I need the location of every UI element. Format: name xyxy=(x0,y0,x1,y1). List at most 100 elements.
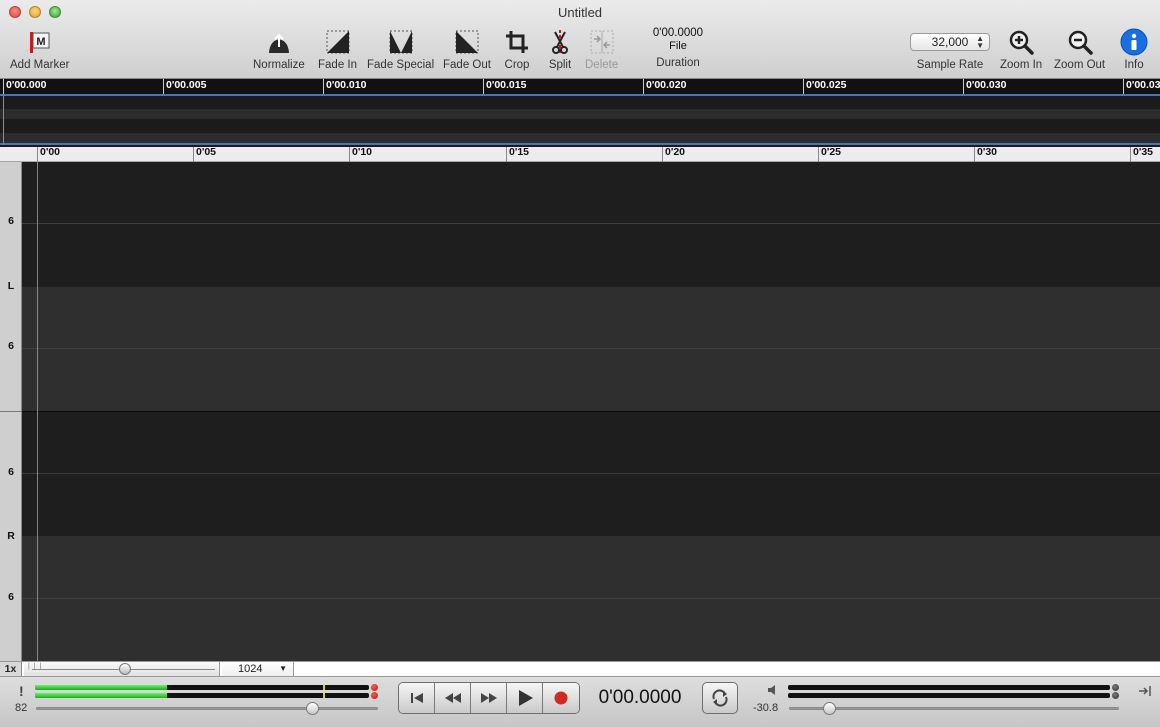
peak-indicator xyxy=(323,693,325,698)
record-button[interactable] xyxy=(543,683,579,713)
channel-separator xyxy=(0,411,22,412)
zoom-slider-knob[interactable] xyxy=(119,663,131,675)
scale-label: 6 xyxy=(8,215,14,227)
timeline-tick: 0'30 xyxy=(974,147,997,162)
input-gain-knob[interactable] xyxy=(306,702,319,715)
waveform-area[interactable] xyxy=(22,162,1160,661)
timeline-tick: 0'00 xyxy=(37,147,60,162)
timeline-tick: 0'25 xyxy=(818,147,841,162)
scale-label: 6 xyxy=(8,591,14,603)
input-meter-right xyxy=(35,693,369,698)
fade-in-icon xyxy=(324,28,352,56)
overview-panel[interactable]: 0'00.000 0'00.005 0'00.010 0'00.015 0'00… xyxy=(0,79,1160,147)
info-button[interactable]: Info xyxy=(1120,28,1148,71)
fade-out-button[interactable]: Fade Out xyxy=(443,28,491,71)
input-clip-indicator[interactable] xyxy=(371,684,378,691)
fade-special-label: Fade Special xyxy=(367,59,435,71)
left-channel-upper xyxy=(22,162,1160,287)
timeline-tick: 0'10 xyxy=(349,147,372,162)
fft-size-select[interactable]: 1024 ▼ xyxy=(222,662,294,676)
left-channel-label: L xyxy=(7,280,15,292)
zoom-in-label: Zoom In xyxy=(1000,59,1043,71)
channel-gutter: 6 L 6 6 R 6 xyxy=(0,162,22,661)
input-clip-indicator[interactable] xyxy=(371,692,378,699)
add-marker-button[interactable]: M Add Marker xyxy=(10,28,69,71)
sample-rate-label: Sample Rate xyxy=(916,59,984,71)
zoom-out-button[interactable]: Zoom Out xyxy=(1054,28,1105,71)
input-meter-left xyxy=(35,685,369,690)
input-gain-slider[interactable] xyxy=(36,707,378,710)
grid-line xyxy=(22,348,1160,349)
overview-playhead[interactable] xyxy=(3,95,4,145)
go-to-start-button[interactable] xyxy=(399,683,435,713)
loop-icon xyxy=(712,689,728,707)
info-icon xyxy=(1120,28,1148,56)
fade-out-icon xyxy=(453,28,481,56)
split-button[interactable]: Split xyxy=(546,28,574,71)
duration-display[interactable]: 0'00.0000 File Duration xyxy=(640,27,716,69)
play-button[interactable] xyxy=(507,683,543,713)
expand-panel-icon[interactable] xyxy=(1138,684,1152,701)
normalize-button[interactable]: Normalize xyxy=(253,28,305,71)
record-icon xyxy=(554,691,568,705)
normalize-label: Normalize xyxy=(253,59,305,71)
zoom-strip: 1x | | | 1024 ▼ xyxy=(0,661,1160,677)
sample-rate-select[interactable]: 32,000 ▲ ▼ xyxy=(910,33,990,51)
timeline-ruler[interactable]: 0'00 0'05 0'10 0'15 0'20 0'25 0'30 0'35 xyxy=(0,147,1160,162)
duration-label: Duration xyxy=(656,57,700,69)
zoom-slider[interactable]: | | | xyxy=(24,662,220,676)
window-toolbar: Untitled M Add Marker Normalize Fade In … xyxy=(0,0,1160,79)
right-channel-label: R xyxy=(7,530,15,542)
overview-tick: 0'00.025 xyxy=(803,79,846,95)
info-label: Info xyxy=(1124,59,1144,71)
grid-line xyxy=(22,598,1160,599)
zoom-in-button[interactable]: Zoom In xyxy=(1000,28,1042,71)
transport-controls xyxy=(398,682,580,714)
fade-in-label: Fade In xyxy=(318,59,357,71)
split-label: Split xyxy=(548,59,572,71)
input-level-value: 82 xyxy=(15,702,28,714)
grid-line xyxy=(22,223,1160,224)
output-level-value: -30.8 xyxy=(753,702,779,714)
peak-indicator xyxy=(323,685,325,690)
stepper-arrows-icon: ▲ ▼ xyxy=(976,34,984,50)
channel-divider xyxy=(22,411,1160,412)
timeline-tick: 0'35 xyxy=(1130,147,1153,162)
grid-line xyxy=(22,473,1160,474)
duration-source: File xyxy=(669,40,687,52)
scale-label: 6 xyxy=(8,340,14,352)
delete-icon xyxy=(588,28,616,56)
add-marker-label: Add Marker xyxy=(10,59,70,71)
left-channel-lower xyxy=(22,287,1160,411)
output-clip-indicator[interactable] xyxy=(1112,684,1119,691)
zoom-level[interactable]: 1x xyxy=(0,662,22,676)
timeline-tick: 0'15 xyxy=(506,147,529,162)
playhead[interactable] xyxy=(37,162,38,661)
output-volume-knob[interactable] xyxy=(823,702,836,715)
delete-button[interactable]: Delete xyxy=(585,28,618,71)
rewind-button[interactable] xyxy=(435,683,471,713)
fast-forward-button[interactable] xyxy=(471,683,507,713)
transport-bar: ! 82 0'00.0000 -30.8 xyxy=(0,677,1160,727)
svg-text:M: M xyxy=(36,36,45,48)
fade-out-label: Fade Out xyxy=(443,59,491,71)
zoom-out-icon xyxy=(1066,28,1094,56)
output-clip-indicator[interactable] xyxy=(1112,692,1119,699)
zoom-out-label: Zoom Out xyxy=(1054,59,1106,71)
overview-tick: 0'00.030 xyxy=(963,79,1006,95)
delete-label: Delete xyxy=(585,59,619,71)
duration-time: 0'00.0000 xyxy=(652,27,704,39)
output-volume-slider[interactable] xyxy=(789,707,1119,710)
loop-button[interactable] xyxy=(702,682,738,714)
fft-size-value: 1024 xyxy=(238,663,263,675)
overview-top-line xyxy=(0,94,1160,96)
crop-button[interactable]: Crop xyxy=(503,28,531,71)
overview-tick: 0'00.015 xyxy=(483,79,526,95)
fade-special-button[interactable]: Fade Special xyxy=(367,28,434,71)
fade-in-button[interactable]: Fade In xyxy=(318,28,357,71)
zoom-in-icon xyxy=(1007,28,1035,56)
output-meter-left xyxy=(788,685,1110,690)
fade-special-icon xyxy=(387,28,415,56)
scale-label: 6 xyxy=(8,466,14,478)
overview-band xyxy=(0,109,1160,119)
